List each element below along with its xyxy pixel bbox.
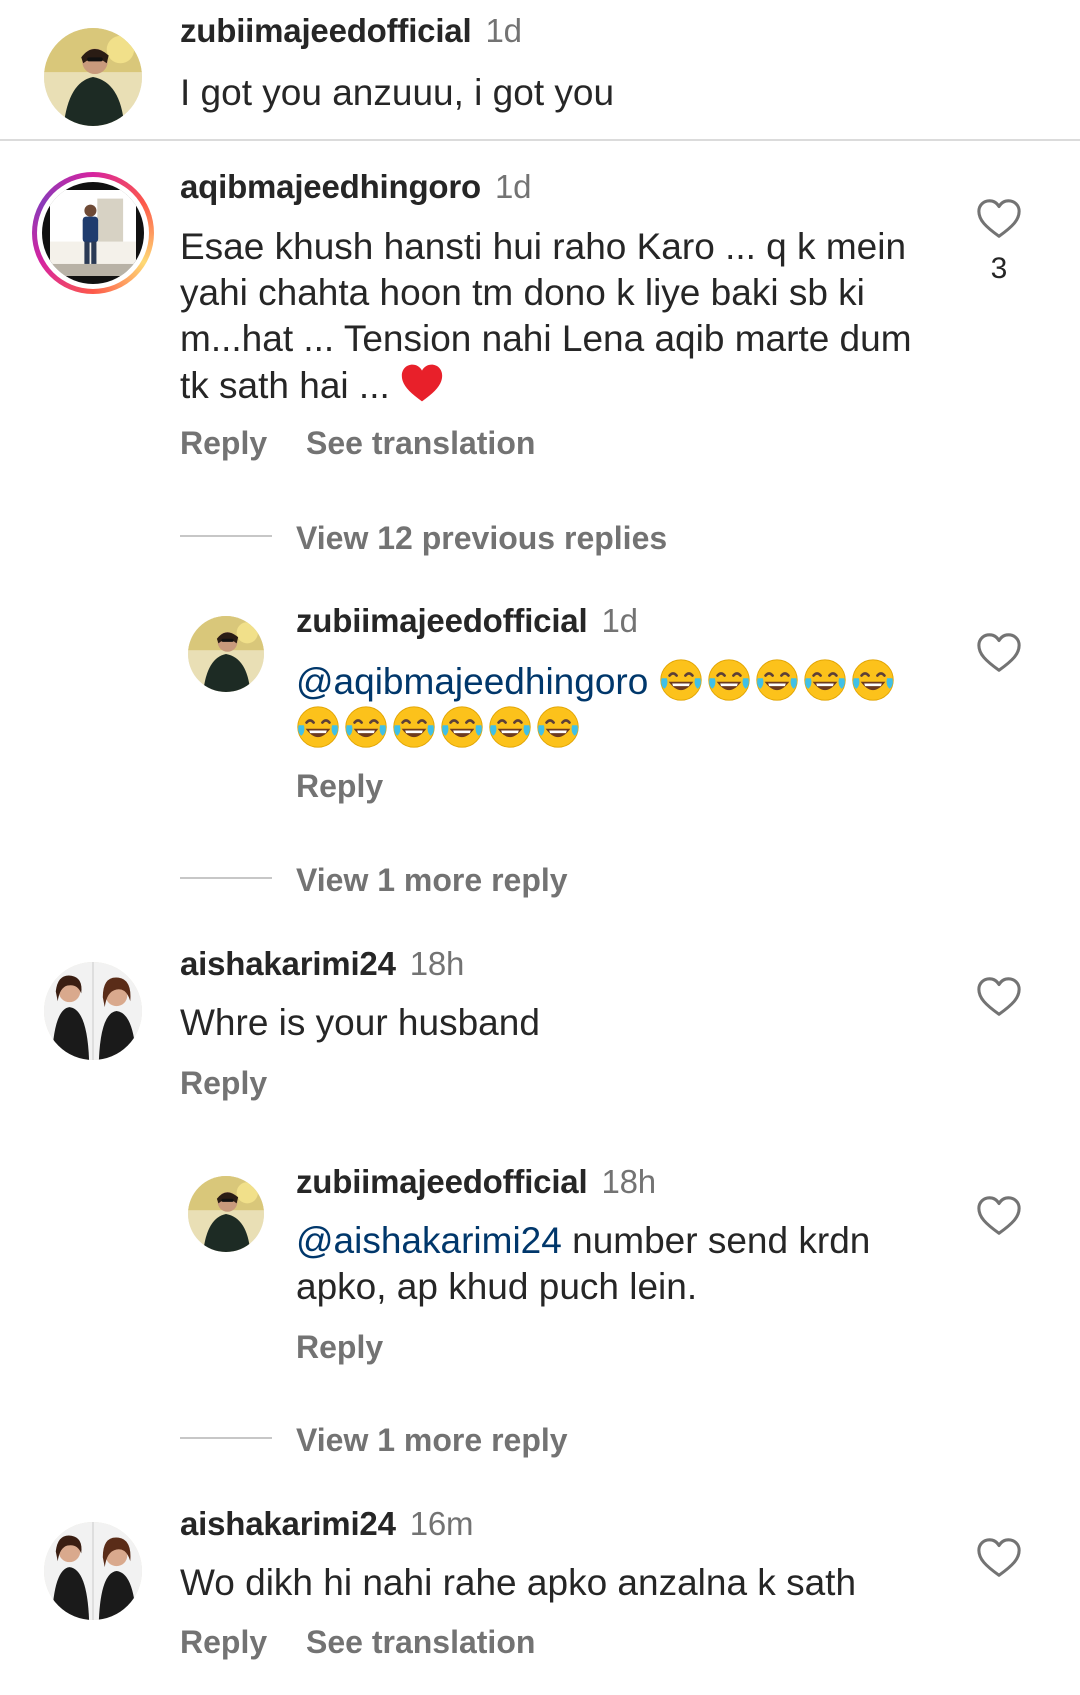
red-heart-emoji	[401, 364, 443, 402]
reply-username[interactable]: zubiimajeedofficial 1d	[296, 602, 638, 640]
avatar	[42, 182, 144, 284]
comment-username[interactable]: aishakarimi24 18h	[180, 945, 464, 983]
see-translation-button[interactable]: See translation	[306, 425, 535, 462]
view-more-replies-button[interactable]: View 1 more reply	[296, 1422, 568, 1459]
avatar[interactable]	[188, 1176, 264, 1252]
reply-button[interactable]: Reply	[296, 1329, 383, 1366]
username-link[interactable]: aishakarimi24	[180, 945, 396, 982]
replies-line	[180, 535, 272, 537]
comment-time: 1d	[485, 12, 522, 49]
divider	[0, 139, 1080, 141]
see-translation-button[interactable]: See translation	[306, 1624, 535, 1661]
reply-username[interactable]: zubiimajeedofficial 18h	[296, 1163, 656, 1201]
reply-time: 1d	[601, 602, 638, 639]
avatar-image	[44, 28, 142, 126]
view-more-replies-button[interactable]: View 1 more reply	[296, 862, 568, 899]
comment-time: 18h	[409, 945, 465, 982]
avatar[interactable]	[44, 962, 142, 1060]
avatar-image	[188, 616, 264, 692]
reply-button[interactable]: Reply	[180, 425, 267, 462]
story-ring[interactable]	[32, 172, 154, 294]
reply-button[interactable]: Reply	[180, 1065, 267, 1102]
avatar-image	[188, 1176, 264, 1252]
heart-outline-icon[interactable]	[976, 974, 1022, 1020]
comment-text: Esae khush hansti hui raho Karo ... q k …	[180, 226, 912, 406]
avatar[interactable]	[44, 28, 142, 126]
username-link[interactable]: aqibmajeedhingoro	[180, 168, 481, 205]
comment-text: I got you anzuuu, i got you	[180, 72, 615, 113]
comment-username[interactable]: aqibmajeedhingoro 1d	[180, 168, 531, 206]
view-previous-replies-button[interactable]: View 12 previous replies	[296, 520, 667, 557]
replies-line	[180, 877, 272, 879]
avatar-image	[44, 1522, 142, 1620]
reply-button[interactable]: Reply	[180, 1624, 267, 1661]
like-count: 3	[990, 252, 1008, 285]
comment-time: 16m	[409, 1505, 474, 1542]
username-link[interactable]: zubiimajeedofficial	[180, 12, 472, 49]
mention-link[interactable]: @aishakarimi24	[296, 1220, 562, 1261]
comment-text: Whre is your husband	[180, 1002, 540, 1043]
username-link[interactable]: aishakarimi24	[180, 1505, 396, 1542]
username-link[interactable]: zubiimajeedofficial	[296, 1163, 588, 1200]
comment-text: Wo dikh hi nahi rahe apko anzalna k sath	[180, 1562, 857, 1603]
comment-username[interactable]: zubiimajeedofficial 1d	[180, 12, 522, 50]
replies-line	[180, 1437, 272, 1439]
avatar-image	[50, 182, 136, 284]
username-link[interactable]: zubiimajeedofficial	[296, 602, 588, 639]
heart-outline-icon[interactable]	[976, 630, 1022, 676]
avatar[interactable]	[44, 1522, 142, 1620]
reply-text: @aqibmajeedhingoro	[296, 658, 936, 752]
reply-time: 18h	[601, 1163, 656, 1200]
comment-time: 1d	[494, 168, 532, 205]
avatar-image	[44, 962, 142, 1060]
avatar[interactable]	[188, 616, 264, 692]
heart-outline-icon[interactable]	[976, 1535, 1022, 1581]
heart-outline-icon[interactable]	[976, 1193, 1022, 1239]
comment-username[interactable]: aishakarimi24 16m	[180, 1505, 474, 1543]
heart-outline-icon[interactable]	[976, 196, 1022, 242]
reply-button[interactable]: Reply	[296, 768, 383, 805]
reply-text: @aishakarimi24 number send krdn apko, ap…	[296, 1220, 871, 1307]
mention-link[interactable]: @aqibmajeedhingoro	[296, 661, 648, 702]
